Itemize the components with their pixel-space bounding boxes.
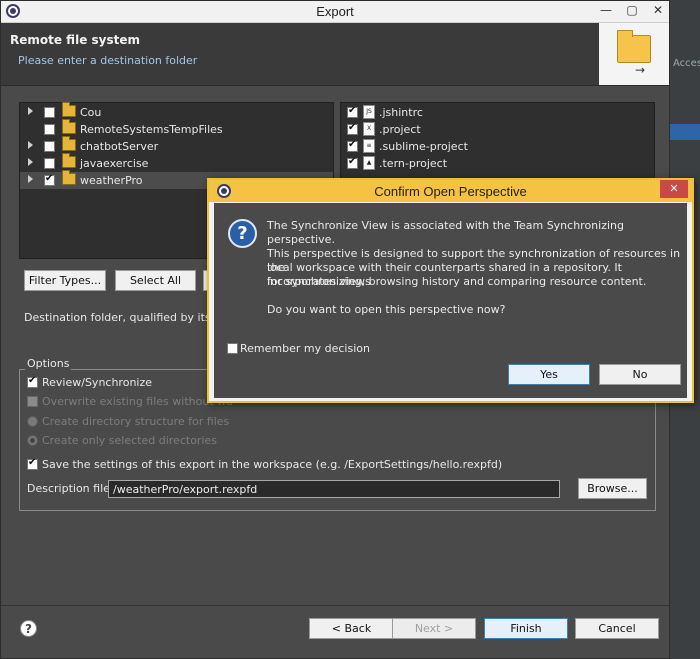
background-selection	[670, 124, 700, 140]
expand-icon[interactable]	[28, 175, 33, 183]
project-icon	[62, 102, 76, 117]
remember-decision-checkbox[interactable]	[227, 343, 238, 354]
yes-button[interactable]: Yes	[508, 364, 590, 385]
tree-checkbox[interactable]	[44, 107, 55, 118]
project-icon	[62, 153, 76, 168]
cancel-button[interactable]: Cancel	[575, 618, 659, 639]
overwrite-label: Overwrite existing files without wa	[42, 395, 233, 408]
footer-separator	[1, 605, 669, 606]
file-checkbox[interactable]	[347, 105, 358, 118]
file-item-label: .tern-project	[379, 157, 448, 170]
close-window-button[interactable]: ✕	[645, 1, 671, 19]
save-settings-label: Save the settings of this export in the …	[42, 458, 503, 471]
browse-button[interactable]: Browse...	[578, 478, 647, 499]
create-selected-radio[interactable]	[27, 435, 38, 446]
expand-icon[interactable]	[28, 107, 33, 115]
file-item-label: .sublime-project	[379, 140, 468, 153]
tree-checkbox[interactable]	[44, 141, 55, 152]
file-item-jshintrc[interactable]: JS .jshintrc	[341, 104, 654, 121]
destination-folder-label: Destination folder, qualified by its re	[24, 311, 226, 324]
project-icon	[62, 170, 76, 185]
folder-icon	[62, 119, 76, 134]
project-icon	[62, 136, 76, 151]
tree-item-label: chatbotServer	[80, 140, 159, 153]
dialog-message-line4: for synchronizing, browsing history and …	[267, 275, 647, 288]
question-icon: ?	[228, 219, 257, 248]
tree-item-label: Cou	[80, 106, 102, 119]
export-arrow-icon: →	[635, 63, 646, 77]
wizard-subtitle: Please enter a destination folder	[18, 54, 198, 67]
window-titlebar: Export — ▢ ✕	[1, 1, 669, 23]
remember-decision-label: Remember my decision	[240, 342, 370, 355]
description-file-label: Description file:	[27, 482, 114, 495]
wizard-header: Remote file system Please enter a destin…	[1, 23, 669, 85]
help-icon[interactable]: ?	[20, 620, 37, 637]
dialog-titlebar: Confirm Open Perspective ✕	[209, 180, 692, 202]
xml-file-icon: X	[363, 122, 375, 136]
maximize-button[interactable]: ▢	[619, 1, 645, 19]
file-item-tern-project[interactable]: ▲ .tern-project	[341, 155, 654, 172]
dialog-question: Do you want to open this perspective now…	[267, 303, 506, 316]
finish-button[interactable]: Finish	[484, 618, 568, 639]
dialog-body: ? The Synchronize View is associated wit…	[214, 203, 687, 398]
minimize-button[interactable]: —	[593, 1, 619, 19]
tree-checkbox[interactable]	[44, 124, 55, 135]
background-partial-text: Acces	[673, 58, 700, 69]
file-checkbox[interactable]	[347, 156, 358, 169]
review-synchronize-checkbox[interactable]	[27, 375, 38, 388]
overwrite-checkbox[interactable]	[27, 396, 38, 407]
header-separator	[1, 85, 669, 86]
review-synchronize-label: Review/Synchronize	[42, 376, 153, 389]
tree-checkbox[interactable]	[44, 173, 55, 186]
file-item-sublime-project[interactable]: ≡ .sublime-project	[341, 138, 654, 155]
options-legend: Options	[25, 357, 72, 370]
tree-item-label: RemoteSystemsTempFiles	[80, 123, 223, 136]
next-button[interactable]: Next >	[392, 618, 476, 639]
js-file-icon: JS	[363, 105, 375, 119]
create-selected-label: Create only selected directories	[42, 434, 217, 447]
dialog-message-line1: The Synchronize View is associated with …	[267, 219, 624, 246]
text-file-icon: ≡	[363, 139, 375, 153]
back-button[interactable]: < Back	[309, 618, 394, 639]
file-item-project[interactable]: X .project	[341, 121, 654, 138]
file-item-label: .jshintrc	[379, 106, 423, 119]
tree-item-label: javaexercise	[80, 157, 149, 170]
save-settings-checkbox[interactable]	[27, 457, 38, 470]
export-folder-icon	[617, 30, 651, 63]
window-title: Export	[316, 4, 354, 19]
wizard-title: Remote file system	[10, 33, 140, 47]
create-structure-radio[interactable]	[27, 416, 38, 427]
confirm-perspective-dialog: Confirm Open Perspective ✕ ? The Synchro…	[207, 178, 694, 403]
tree-checkbox[interactable]	[44, 158, 55, 169]
filter-types-button[interactable]: Filter Types...	[24, 270, 106, 291]
expand-icon[interactable]	[28, 141, 33, 149]
dialog-title: Confirm Open Perspective	[374, 184, 527, 199]
file-item-label: .project	[379, 123, 421, 136]
description-file-input[interactable]	[108, 480, 560, 498]
wizard-banner: →	[599, 23, 669, 85]
no-button[interactable]: No	[599, 364, 681, 385]
tree-item-label: weatherPro	[80, 174, 143, 187]
dialog-close-button[interactable]: ✕	[660, 180, 688, 198]
tern-file-icon: ▲	[363, 156, 375, 170]
select-all-button[interactable]: Select All	[115, 270, 196, 291]
file-checkbox[interactable]	[347, 122, 358, 135]
file-checkbox[interactable]	[347, 139, 358, 152]
expand-icon[interactable]	[28, 158, 33, 166]
create-structure-label: Create directory structure for files	[42, 415, 230, 428]
